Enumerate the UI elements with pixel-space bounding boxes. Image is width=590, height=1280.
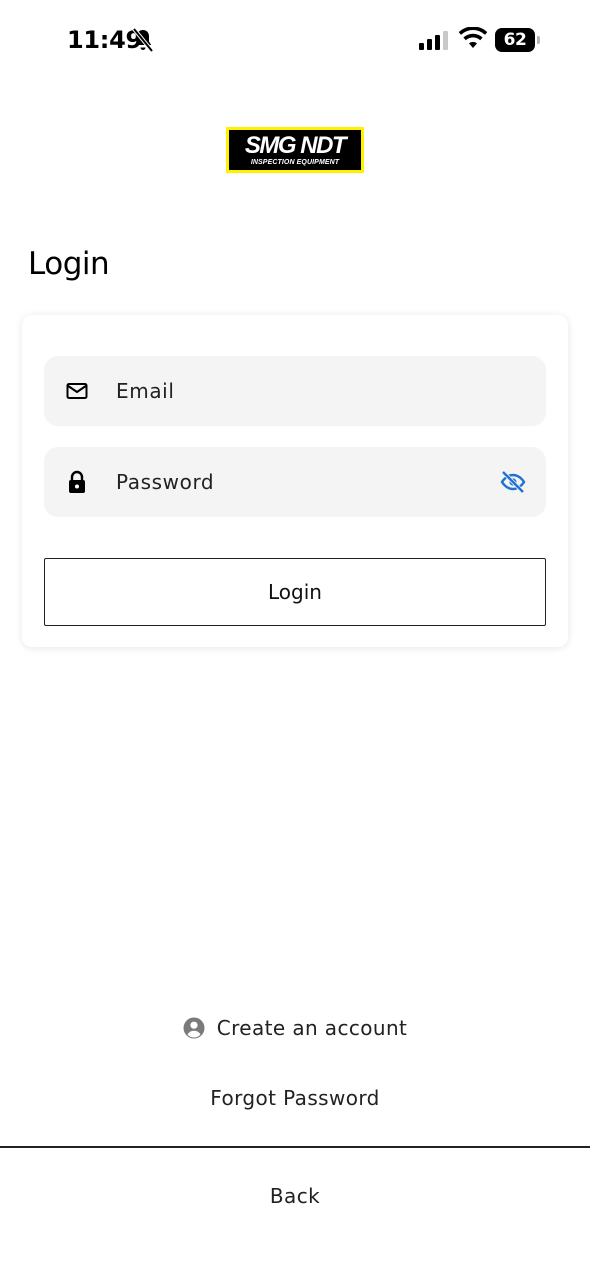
back-label: Back (269, 1184, 321, 1208)
status-bar: 11:49 62 (0, 0, 590, 80)
forgot-password-label: Forgot Password (210, 1086, 380, 1110)
eye-off-icon[interactable] (500, 471, 526, 493)
logo-inner: SMG NDT INSPECTION EQUIPMENT (229, 130, 361, 170)
wifi-icon (459, 27, 487, 48)
login-screen: 11:49 62 SMG NDT INSPECTION EQUIPMENT Lo… (0, 0, 590, 1280)
divider (0, 1146, 590, 1148)
create-account-link[interactable]: Create an account (0, 1010, 590, 1046)
account-circle-icon (183, 1017, 205, 1039)
email-field[interactable]: Email (44, 356, 546, 426)
mail-icon (66, 383, 88, 399)
company-logo: SMG NDT INSPECTION EQUIPMENT (226, 127, 364, 173)
create-account-label: Create an account (216, 1016, 408, 1040)
login-button[interactable]: Login (44, 558, 546, 626)
password-field[interactable]: Password (44, 447, 546, 517)
signal-icon (419, 31, 448, 50)
login-card: Email Password Login (22, 315, 568, 647)
battery-level: 62 (495, 28, 535, 52)
logo-main-text: SMG NDT (244, 131, 347, 159)
back-button[interactable]: Back (0, 1178, 590, 1214)
email-placeholder: Email (116, 379, 175, 403)
battery-tip (537, 36, 540, 44)
logo-sub-text: INSPECTION EQUIPMENT (250, 158, 340, 166)
page-title: Login (28, 246, 110, 282)
battery-icon: 62 (495, 28, 541, 52)
bell-off-icon (132, 27, 154, 53)
forgot-password-link[interactable]: Forgot Password (0, 1080, 590, 1116)
password-placeholder: Password (116, 470, 215, 494)
lock-icon (69, 470, 85, 493)
